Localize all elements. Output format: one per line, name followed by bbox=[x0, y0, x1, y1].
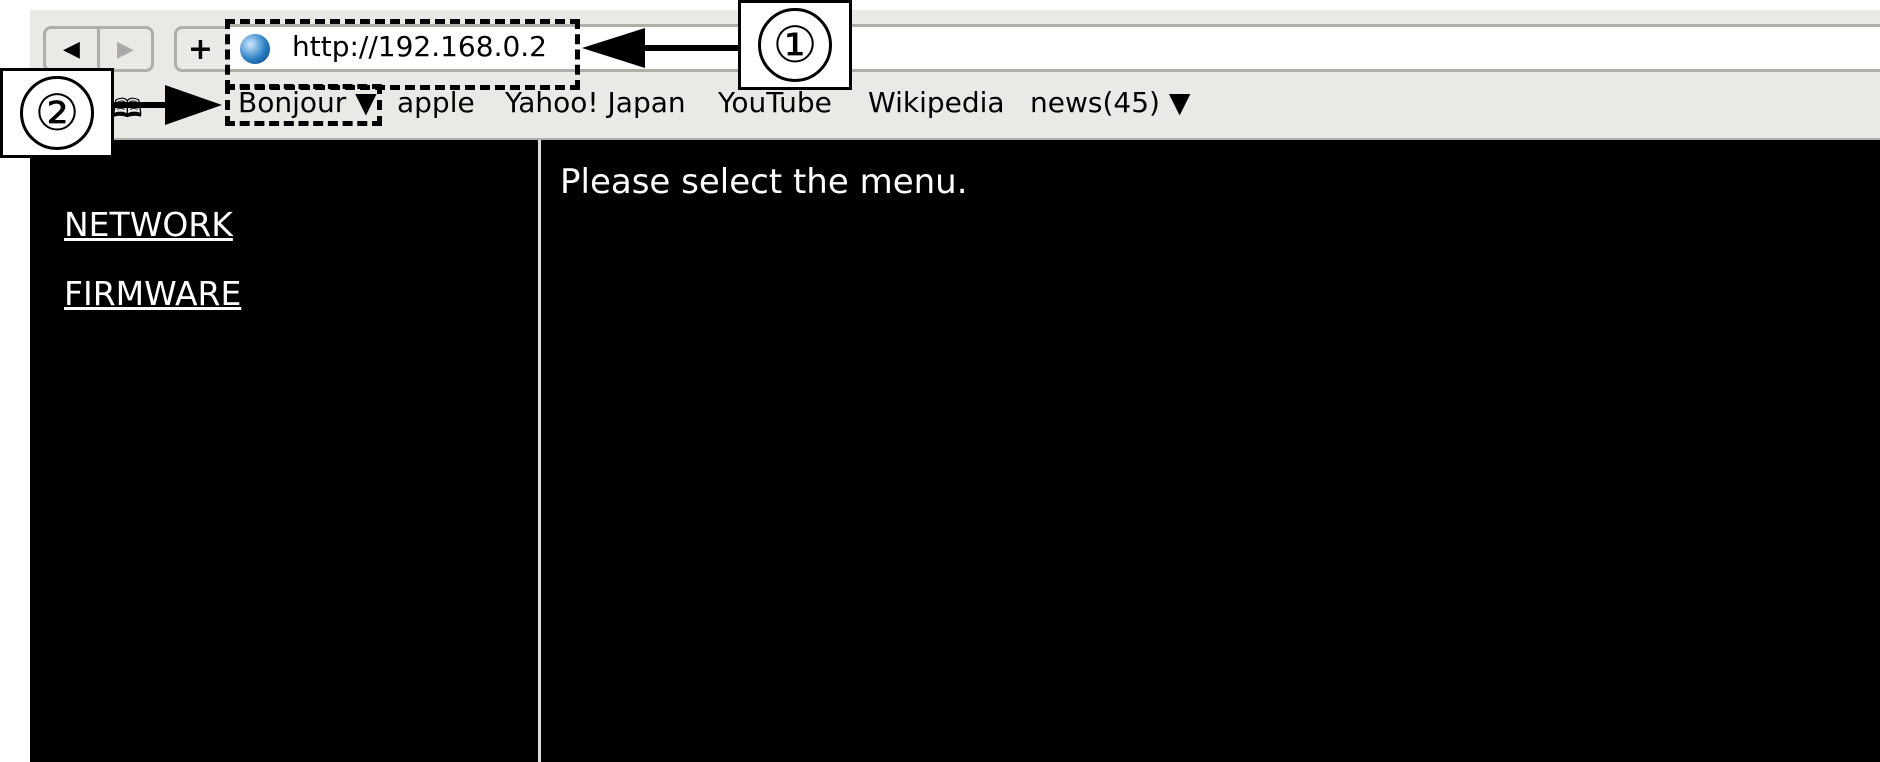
callout-2-label: ② bbox=[20, 76, 94, 150]
callout-arrows bbox=[114, 28, 740, 125]
callout-1-label: ① bbox=[758, 8, 832, 82]
callout-2: ② bbox=[0, 68, 114, 158]
callout-1: ① bbox=[738, 0, 852, 90]
